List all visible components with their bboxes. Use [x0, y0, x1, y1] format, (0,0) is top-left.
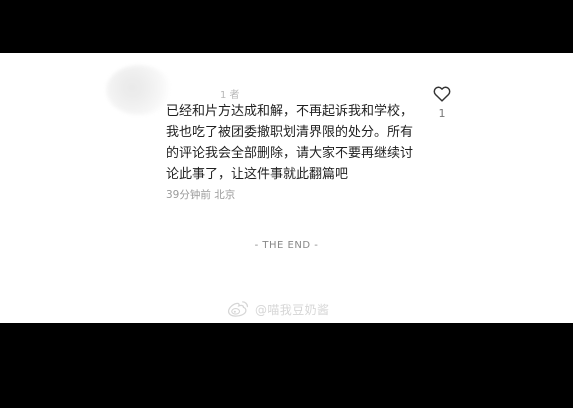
avatar[interactable] — [106, 65, 172, 115]
watermark: @喵我豆奶酱 — [227, 298, 329, 320]
author-name: 1 者 — [220, 90, 240, 101]
the-end-label: - THE END - — [254, 240, 319, 251]
comment-line: 我也吃了被团委撤职划清界限的处分。所有 — [166, 125, 414, 140]
comment-text: 已经和片方达成和解，不再起诉我和学校， 我也吃了被团委撤职划清界限的处分。所有 … — [166, 101, 426, 185]
comment-line: 的评论我会全部删除，请大家不要再继续讨 — [166, 146, 414, 161]
comment-meta: 39分钟前 北京 — [166, 189, 236, 201]
watermark-text: @喵我豆奶酱 — [255, 302, 330, 317]
weibo-icon — [227, 301, 249, 317]
comment-line: 论此事了，让这件事就此翻篇吧 — [166, 167, 349, 182]
like-button[interactable]: 1 — [428, 86, 456, 134]
comment-line: 已经和片方达成和解，不再起诉我和学校， — [166, 104, 414, 119]
heart-icon[interactable] — [433, 86, 451, 102]
screenshot-content: 1 者 已经和片方达成和解，不再起诉我和学校， 我也吃了被团委撤职划清界限的处分… — [0, 53, 573, 323]
like-count: 1 — [438, 107, 446, 120]
